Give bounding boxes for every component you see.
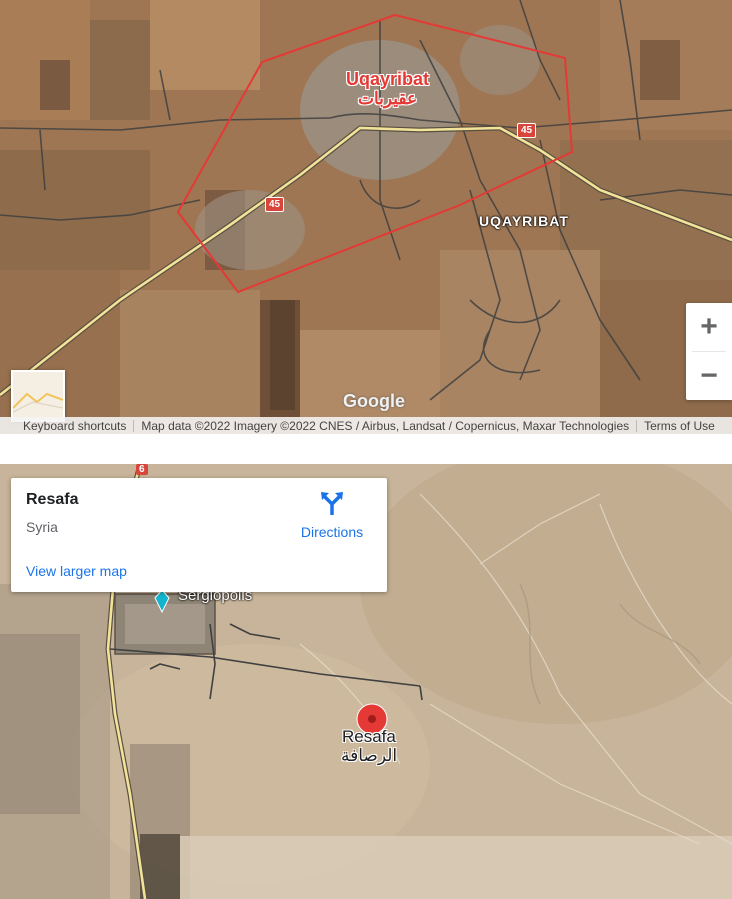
road-shield-6: 6 [136, 464, 148, 475]
minus-icon: − [700, 359, 718, 392]
marker-label-arabic: الرصافة [341, 746, 398, 765]
zoom-controls: + − [686, 303, 732, 400]
google-logo: Google [343, 391, 405, 411]
satellite-map-uqayribat[interactable]: Uqayribat عقيربات UQAYRIBAT 45 45 Google… [0, 0, 732, 434]
map-type-toggle[interactable] [11, 370, 65, 422]
directions-icon [321, 492, 343, 515]
terms-of-use-link[interactable]: Terms of Use [637, 420, 722, 432]
place-name: Resafa [26, 491, 79, 508]
keyboard-shortcuts-link[interactable]: Keyboard shortcuts [16, 419, 135, 432]
map-attribution-bar: Keyboard shortcuts Map data ©2022 Imager… [0, 417, 732, 434]
zoom-in-button[interactable]: + [686, 303, 732, 351]
directions-button[interactable]: Directions [296, 490, 368, 540]
terrain-thumbnail-icon [13, 372, 63, 420]
view-larger-map-link[interactable]: View larger map [26, 563, 127, 579]
place-info-card: Resafa Syria Directions View larger map [11, 478, 387, 592]
city-label-latin: Uqayribat [346, 69, 430, 89]
directions-label: Directions [300, 524, 364, 540]
road-shield-45-west: 45 [265, 197, 285, 212]
section-spacer [0, 434, 732, 464]
district-label: UQAYRIBAT [479, 213, 569, 229]
satellite-imagery [0, 0, 732, 434]
place-address: Syria [26, 519, 58, 535]
road-shield-45-east: 45 [517, 123, 537, 138]
city-label-arabic: عقيربات [358, 89, 418, 108]
marker-label-latin: Resafa [342, 727, 396, 746]
plus-icon: + [700, 310, 718, 343]
zoom-out-button[interactable]: − [686, 352, 732, 400]
map-data-credits: Map data ©2022 Imagery ©2022 CNES / Airb… [134, 419, 638, 432]
